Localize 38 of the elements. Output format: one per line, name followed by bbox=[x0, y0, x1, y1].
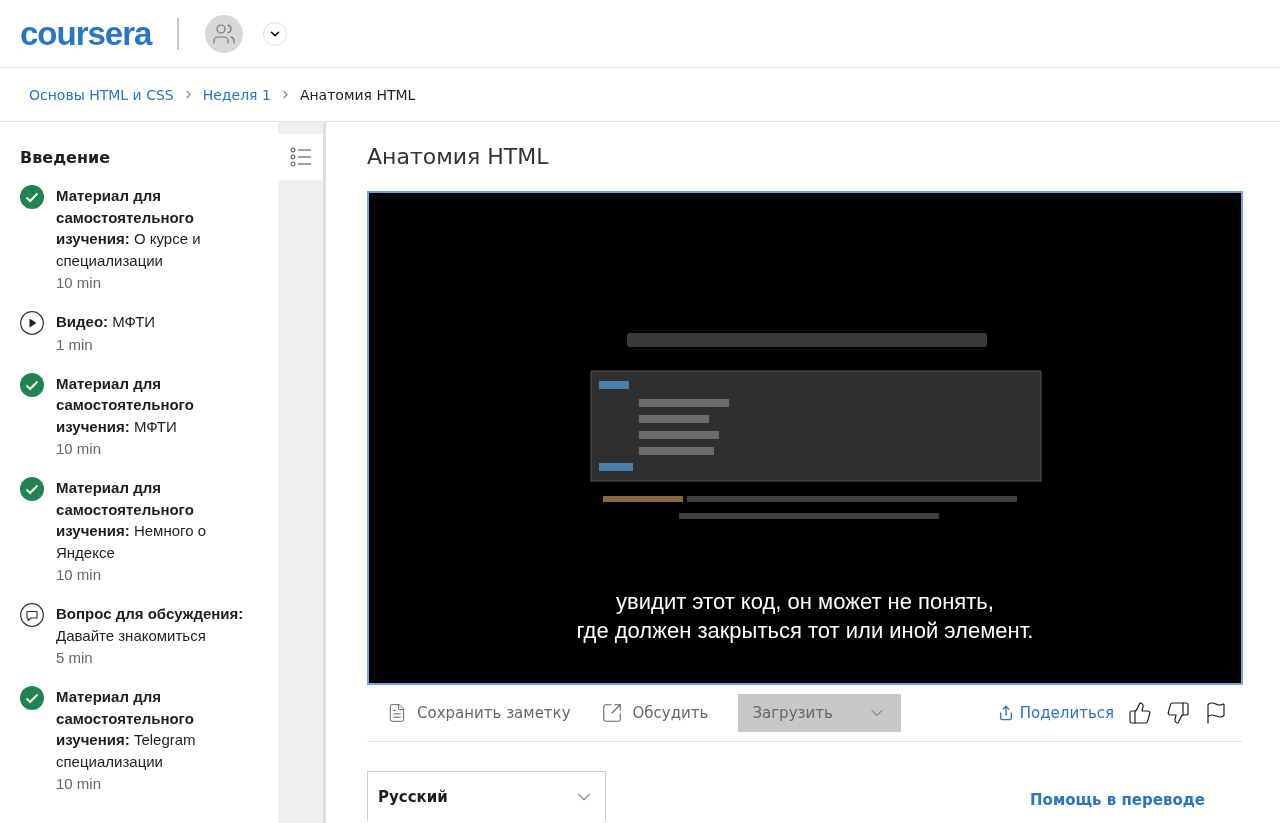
caption-line: где должен закрыться тот или иной элемент. bbox=[576, 617, 1034, 645]
duration: 1 min bbox=[56, 334, 94, 355]
discuss-button[interactable]: Обсудить bbox=[600, 694, 709, 732]
duration: 10 min bbox=[56, 565, 103, 585]
group-icon bbox=[212, 21, 237, 46]
thumbs-down-icon[interactable] bbox=[1166, 701, 1190, 725]
list-icon bbox=[289, 146, 312, 168]
duration: 10 min bbox=[56, 774, 103, 794]
lesson-link[interactable]: Материал для самостоятельного изучения: Немного о Яндексе bbox=[56, 477, 248, 563]
share-icon bbox=[997, 705, 1014, 721]
flag-icon[interactable] bbox=[1204, 701, 1228, 725]
duration: 10 min bbox=[56, 439, 103, 459]
language-select[interactable]: Русский bbox=[367, 771, 606, 821]
lesson-link[interactable]: Видео: МФТИ bbox=[56, 311, 248, 333]
section-title: Введение bbox=[20, 148, 112, 167]
share-link[interactable]: Поделиться bbox=[997, 704, 1114, 722]
video-player[interactable]: увидит этот код, он может не понять, где должен закрыться тот или иной элемент. bbox=[367, 191, 1243, 685]
caption-line: увидит этот код, он может не понять, bbox=[616, 588, 994, 616]
external-link-icon bbox=[600, 702, 623, 724]
note-icon bbox=[387, 703, 407, 723]
outline-toggle-button[interactable] bbox=[278, 134, 323, 180]
lesson-link[interactable]: Вопрос для обсуждения: Давайте знакомиться bbox=[56, 603, 248, 646]
thumbs-up-icon[interactable] bbox=[1128, 701, 1152, 725]
logo[interactable]: coursera bbox=[20, 14, 152, 53]
help-link[interactable]: Помощь в переводе bbox=[1030, 791, 1205, 809]
breadcrumb-link[interactable]: Неделя 1 bbox=[202, 86, 271, 103]
duration: 10 min bbox=[56, 273, 103, 293]
lesson-link[interactable]: Материал для самостоятельного изучения: МФТИ bbox=[56, 372, 248, 437]
duration: 5 min bbox=[56, 648, 94, 668]
lesson-title: Анатомия HTML bbox=[367, 144, 550, 169]
save-note-button[interactable]: Сохранить заметку bbox=[387, 694, 571, 732]
menu-button[interactable] bbox=[263, 21, 288, 46]
breadcrumb-link[interactable]: Основы HTML и CSS bbox=[29, 86, 174, 103]
download-button[interactable]: Загрузить bbox=[738, 694, 901, 732]
avatar[interactable] bbox=[205, 14, 244, 53]
lesson-link[interactable]: Материал для самостоятельного изучения: Telegram специализации bbox=[56, 686, 248, 772]
current-page-text: Анатомия HTML bbox=[299, 86, 416, 103]
lesson-link[interactable]: Материал для самостоятельного изучения: О курсе и специализации bbox=[56, 185, 248, 271]
